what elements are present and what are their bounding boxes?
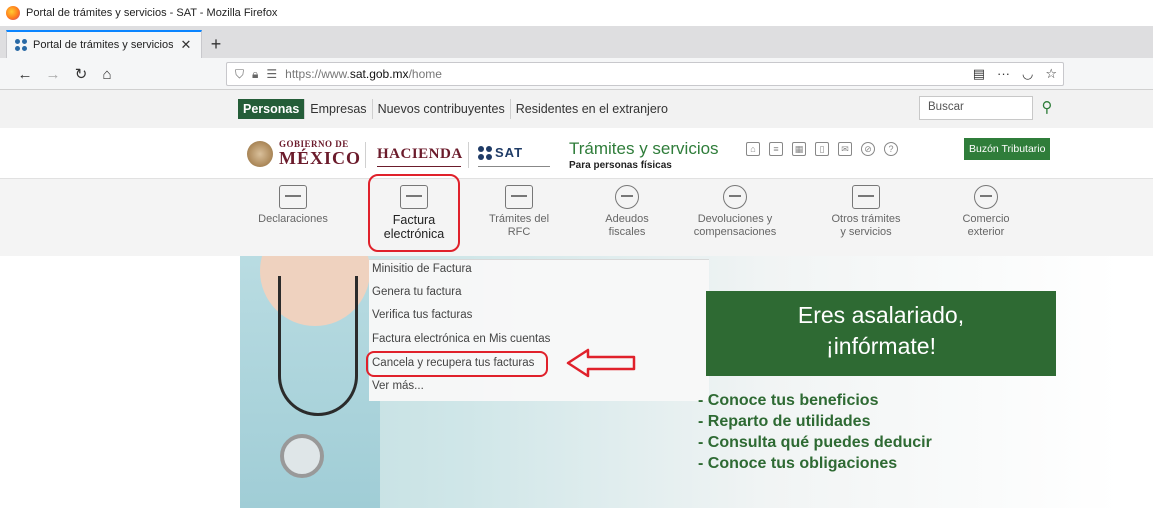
mail-icon[interactable]: ✉ xyxy=(838,142,852,156)
help-icon[interactable]: ? xyxy=(884,142,898,156)
gobierno-big-text: MÉXICO xyxy=(279,148,361,168)
promo-bullets: - Conoce tus beneficios - Reparto de uti… xyxy=(698,390,932,474)
url-text: https://www.sat.gob.mx/home xyxy=(285,67,442,81)
category-tramites-rfc[interactable]: Trámites del RFC xyxy=(469,185,569,238)
pocket-icon[interactable]: ◡ xyxy=(1022,66,1033,82)
compass-icon[interactable]: ⊘ xyxy=(861,142,875,156)
document-icon[interactable]: ≡ xyxy=(769,142,783,156)
url-bar[interactable]: ⛉ 🔒︎ ☰ https://www.sat.gob.mx/home ▤ ···… xyxy=(226,62,1064,86)
home-icon[interactable]: ⌂ xyxy=(746,142,760,156)
page-actions-icon[interactable]: ··· xyxy=(997,66,1010,82)
category-bar: Declaraciones Factura electrónica Trámit… xyxy=(0,178,1153,256)
highlight-factura-electronica xyxy=(368,174,460,252)
hacienda-underline xyxy=(377,166,461,167)
factura-dropdown-menu: Minisitio de Factura Genera tu factura V… xyxy=(369,259,709,401)
promo-bullet: - Consulta qué puedes deducir xyxy=(698,434,932,451)
declaraciones-icon xyxy=(279,185,307,209)
sat-favicon-icon xyxy=(15,39,27,51)
hacienda-logo[interactable]: HACIENDA xyxy=(377,146,463,163)
window-titlebar: Portal de trámites y servicios - SAT - M… xyxy=(0,0,1153,26)
header-icons: ⌂ ≡ ▦ ▯ ✉ ⊘ ? xyxy=(746,142,898,156)
reload-button[interactable]: ↻ xyxy=(70,63,92,85)
category-devoluciones[interactable]: Devoluciones y compensaciones xyxy=(685,185,785,238)
sat-underline xyxy=(478,166,550,167)
monitor-chart-icon xyxy=(852,185,880,209)
audience-tab-personas[interactable]: Personas xyxy=(238,99,306,119)
promo-bullet: - Conoce tus obligaciones xyxy=(698,455,898,472)
menu-item-mis-cuentas[interactable]: Factura electrónica en Mis cuentas xyxy=(372,333,550,345)
sat-logo-text: SAT xyxy=(495,145,524,160)
rfc-window-icon xyxy=(505,185,533,209)
category-comercio-exterior[interactable]: Comercio exterior xyxy=(936,185,1036,238)
url-actions: ▤ ··· ◡ ☆ xyxy=(973,66,1057,82)
audience-tab-empresas[interactable]: Empresas xyxy=(305,99,373,119)
tab-title: Portal de trámites y servicios – S xyxy=(33,39,173,51)
firefox-logo-icon xyxy=(6,6,20,20)
promo-banner[interactable]: Eres asalariado, ¡infórmate! xyxy=(706,291,1056,376)
menu-item-ver-mas[interactable]: Ver más... xyxy=(372,380,424,392)
page-subtitle: Para personas físicas xyxy=(569,160,672,171)
adeudos-arrows-icon xyxy=(615,185,639,209)
logo-divider xyxy=(468,142,469,168)
lock-icon[interactable]: 🔒︎ xyxy=(252,67,258,82)
shield-icon[interactable]: ⛉ xyxy=(235,67,244,82)
category-adeudos-fiscales[interactable]: Adeudos fiscales xyxy=(577,185,677,238)
mexico-seal-icon xyxy=(247,140,273,167)
sat-dots-icon xyxy=(478,145,492,160)
hand-pointer-icon xyxy=(723,185,747,209)
category-otros-tramites[interactable]: Otros trámites y servicios xyxy=(816,185,916,238)
browser-navbar: ← → ↻ ⌂ ⛉ 🔒︎ ☰ https://www.sat.gob.mx/ho… xyxy=(0,58,1153,90)
highlight-cancela xyxy=(366,351,548,377)
gobierno-logo[interactable]: GOBIERNO DE MÉXICO xyxy=(247,140,361,167)
promo-bullet: - Reparto de utilidades xyxy=(698,413,871,430)
sat-logo[interactable]: SAT xyxy=(478,145,523,160)
category-declaraciones[interactable]: Declaraciones xyxy=(243,185,343,226)
logo-header: GOBIERNO DE MÉXICO HACIENDA SAT Trámites… xyxy=(0,128,1153,178)
logo-divider xyxy=(365,142,366,168)
stethoscope-icon xyxy=(278,276,358,416)
buzon-tributario-button[interactable]: Buzón Tributario xyxy=(964,138,1051,160)
site-audience-bar: Personas Empresas Nuevos contribuyentes … xyxy=(0,90,1153,128)
permissions-icon[interactable]: ☰ xyxy=(266,67,277,81)
window-title: Portal de trámites y servicios - SAT - M… xyxy=(26,7,278,19)
menu-item-genera[interactable]: Genera tu factura xyxy=(372,286,462,298)
promo-line-2: ¡infórmate! xyxy=(826,333,936,359)
search-icon[interactable]: ⚲ xyxy=(1036,96,1058,118)
calendar-icon[interactable]: ▦ xyxy=(792,142,806,156)
tab-strip: Portal de trámites y servicios – S ✕ + xyxy=(0,26,1153,58)
home-button[interactable]: ⌂ xyxy=(96,63,118,85)
book-icon[interactable]: ▯ xyxy=(815,142,829,156)
forward-button[interactable]: → xyxy=(42,63,64,85)
menu-item-verifica[interactable]: Verifica tus facturas xyxy=(372,309,472,321)
page-title: Trámites y servicios xyxy=(569,139,719,158)
promo-line-1: Eres asalariado, xyxy=(797,302,965,328)
new-tab-button[interactable]: + xyxy=(202,30,230,58)
bookmark-star-icon[interactable]: ☆ xyxy=(1045,66,1057,82)
audience-nav: Personas Empresas Nuevos contribuyentes … xyxy=(238,98,673,120)
audience-tab-nuevos[interactable]: Nuevos contribuyentes xyxy=(373,99,511,119)
hero-image xyxy=(240,256,380,508)
browser-tab-sat[interactable]: Portal de trámites y servicios – S ✕ xyxy=(6,30,202,58)
globe-dollar-icon xyxy=(974,185,998,209)
reader-view-icon[interactable]: ▤ xyxy=(973,66,985,82)
audience-tab-residentes[interactable]: Residentes en el extranjero xyxy=(511,99,673,119)
tab-close-icon[interactable]: ✕ xyxy=(179,37,193,53)
web-page: Personas Empresas Nuevos contribuyentes … xyxy=(0,90,1153,508)
menu-item-minisitio[interactable]: Minisitio de Factura xyxy=(372,263,472,275)
back-button[interactable]: ← xyxy=(14,63,36,85)
promo-bullet: - Conoce tus beneficios xyxy=(698,392,879,409)
search-input[interactable]: Buscar xyxy=(919,96,1033,120)
left-arrow-icon xyxy=(566,348,636,378)
